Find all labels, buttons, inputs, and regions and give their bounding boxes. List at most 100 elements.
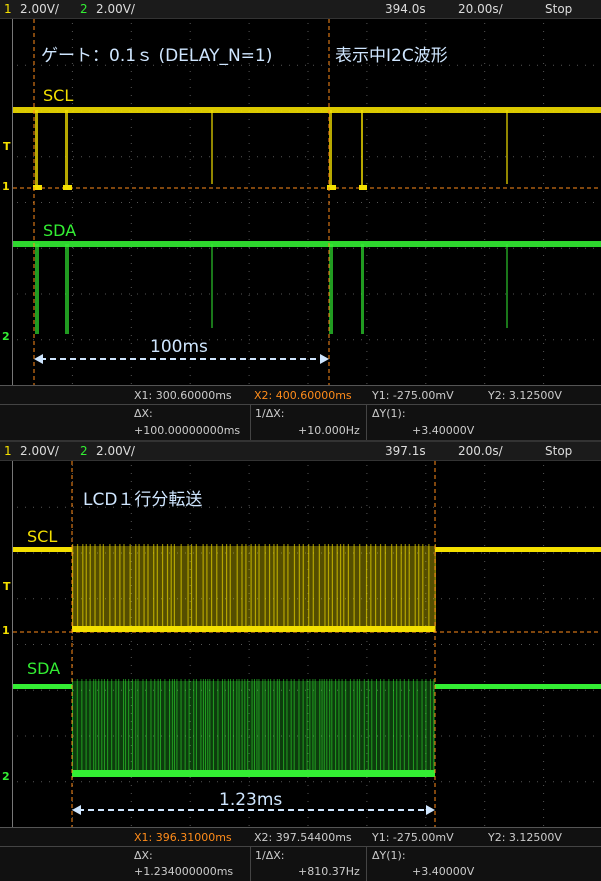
sda-pulse: [65, 244, 69, 334]
grid-dot: [307, 481, 309, 482]
sda-edge: [145, 679, 147, 776]
grid-dot: [307, 151, 309, 152]
grid-dot: [543, 375, 545, 376]
waveform-area-1[interactable]: ゲート：0.1ｓ (DELAY_N=1) 表示中I2C波形 SCL SDA 10…: [12, 19, 601, 385]
grid-dot: [441, 644, 442, 645]
grid-dot: [329, 644, 330, 645]
grid-dot: [425, 293, 426, 295]
grid-dot: [71, 39, 73, 40]
grid-dot: [189, 311, 191, 312]
cursor-x2[interactable]: X2: 397.54400ms: [254, 831, 352, 844]
grid-dot: [543, 817, 545, 818]
scl-edge: [166, 544, 169, 632]
grid-dot: [505, 64, 506, 66]
grid-dot: [425, 199, 427, 200]
grid-dot: [130, 207, 132, 208]
ch2-scale[interactable]: 2.00V/: [96, 444, 135, 458]
ch1-scale[interactable]: 2.00V/: [20, 444, 59, 458]
grid-dot: [71, 367, 73, 368]
grid-dot: [417, 293, 418, 295]
ch2-number[interactable]: 2: [80, 2, 88, 16]
grid-dot: [545, 156, 546, 158]
scl-pulse: [65, 110, 68, 188]
grid-dot: [593, 781, 594, 783]
ch2-scale[interactable]: 2.00V/: [96, 2, 135, 16]
time-per-div[interactable]: 200.0s/: [458, 444, 503, 458]
time-position[interactable]: 397.1s: [385, 444, 426, 458]
cursor-x1[interactable]: X1: 300.60000ms: [134, 389, 232, 402]
sda-edge: [363, 679, 365, 776]
grid-dot: [71, 247, 73, 248]
cursor-y1[interactable]: Y1: -275.00mV: [372, 389, 454, 402]
grid-dot: [543, 689, 545, 690]
grid-dot: [481, 64, 482, 66]
grid-dot: [543, 649, 545, 650]
grid-dot: [33, 247, 34, 249]
grid-dot: [433, 247, 434, 249]
sda-edge: [95, 679, 97, 776]
time-per-div[interactable]: 20.00s/: [458, 2, 503, 16]
grid-dot: [425, 159, 427, 160]
grid-dot: [481, 552, 482, 554]
grid-dot: [71, 151, 73, 152]
grid-dot: [543, 383, 545, 384]
grid-dot: [561, 247, 562, 249]
scl-label: SCL: [27, 527, 58, 546]
inv-delta-x-label: 1/ΔX:: [255, 849, 285, 862]
run-status[interactable]: Stop: [545, 444, 572, 458]
grid-dot: [113, 202, 114, 203]
grid-dot: [543, 681, 545, 682]
cursor-y1[interactable]: Y1: -275.00mV: [372, 831, 454, 844]
cursor-y2[interactable]: Y2: 3.12500V: [488, 831, 562, 844]
waveform-area-2[interactable]: LCD１行分転送 SCL SDA 1.23ms: [12, 461, 601, 827]
sda-edge: [314, 679, 316, 776]
grid-dot: [543, 55, 545, 56]
grid-dot: [484, 681, 486, 682]
grid-dot: [543, 809, 545, 810]
grid-dot: [425, 641, 427, 642]
grid-dot: [425, 383, 427, 384]
scl-edge: [391, 544, 393, 632]
grid-dot: [305, 781, 306, 783]
grid-dot: [425, 279, 427, 280]
grid-dot: [543, 745, 545, 746]
grid-dot: [433, 156, 434, 158]
grid-dot: [484, 633, 486, 634]
ch1-scale[interactable]: 2.00V/: [20, 2, 59, 16]
grid-dot: [161, 781, 162, 783]
ch1-number[interactable]: 1: [4, 2, 12, 16]
ch2-number[interactable]: 2: [80, 444, 88, 458]
ch1-number[interactable]: 1: [4, 444, 12, 458]
grid-dot: [307, 537, 309, 538]
sda-edge: [403, 679, 405, 776]
grid-dot: [473, 64, 474, 66]
grid-dot: [71, 335, 73, 336]
grid-dot: [425, 79, 427, 80]
grid-dot: [71, 481, 73, 482]
grid-dot: [545, 552, 546, 554]
grid-dot: [25, 598, 26, 600]
sda-edge: [227, 679, 229, 776]
cursor-x1[interactable]: X1: 396.31000ms: [134, 831, 232, 844]
grid-dot: [17, 156, 18, 158]
grid-dot: [201, 202, 202, 203]
grid-dot: [449, 506, 450, 508]
sda-edge: [335, 679, 337, 776]
scl-label: SCL: [43, 86, 74, 105]
time-position[interactable]: 394.0s: [385, 2, 426, 16]
grid-dot: [209, 247, 210, 249]
grid-dot: [543, 95, 545, 96]
grid-dot: [209, 202, 210, 203]
cursor-x2[interactable]: X2: 400.60000ms: [254, 389, 352, 402]
run-status[interactable]: Stop: [545, 2, 572, 16]
grid-dot: [543, 577, 545, 578]
cursor-y2[interactable]: Y2: 3.12500V: [488, 389, 562, 402]
grid-dot: [366, 513, 368, 514]
grid-dot: [307, 103, 309, 104]
grid-dot: [41, 552, 42, 554]
grid-dot: [417, 506, 418, 508]
grid-dot: [321, 202, 322, 203]
grid-dot: [113, 339, 114, 341]
grid-dot: [543, 625, 545, 626]
grid-dot: [89, 781, 90, 783]
